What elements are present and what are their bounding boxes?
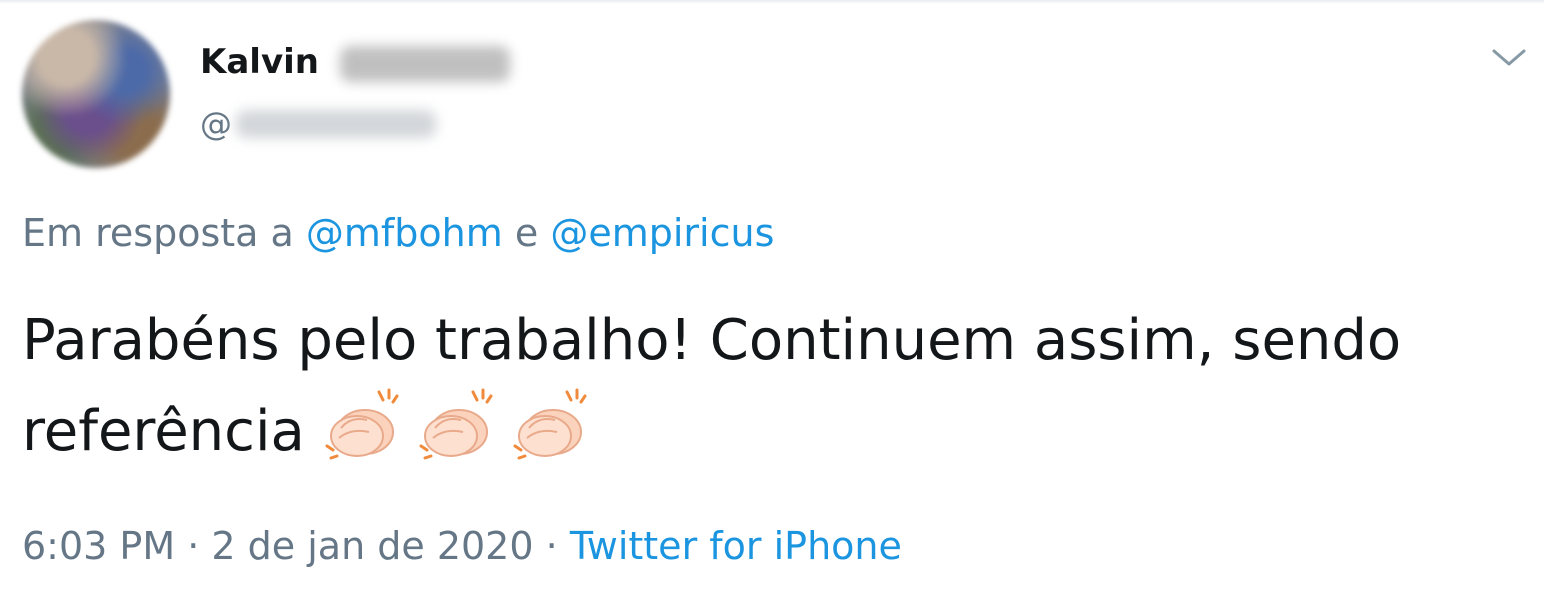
author-handle-prefix[interactable]: @ [200,102,232,146]
clapping-hands-icon [419,388,493,460]
source-link[interactable]: Twitter for iPhone [570,524,902,568]
avatar[interactable] [22,20,170,168]
tweet-time[interactable]: 6:03 PM [22,524,175,568]
tweet-text-line-1: Parabéns pelo trabalho! Continuem assim,… [22,308,1402,373]
tweet-text: Parabéns pelo trabalho! Continuem assim,… [22,296,1532,477]
reply-joiner: e [514,211,539,255]
redacted-handle [236,110,436,138]
meta-separator: · [187,524,200,568]
meta-separator: · [545,524,558,568]
mention-link-mfbohm[interactable]: @mfbohm [306,211,503,255]
top-divider [0,0,1544,4]
tweet-text-word: referência [22,399,305,464]
chevron-down-icon[interactable] [1488,42,1530,72]
tweet-date[interactable]: 2 de jan de 2020 [211,524,533,568]
clapping-hands-icon [325,388,399,460]
tweet-card: Kalvin @ Em resposta a @mfbohm e @empiri… [0,0,1544,600]
clapping-hands-icon [513,388,587,460]
redacted-surname [340,46,510,82]
author-display-name[interactable]: Kalvin [200,40,319,84]
reply-context: Em resposta a @mfbohm e @empiricus [22,206,774,260]
mention-link-empiricus[interactable]: @empiricus [550,211,774,255]
tweet-text-line-2: referência [22,386,1532,477]
tweet-meta: 6:03 PM · 2 de jan de 2020 · Twitter for… [22,518,902,574]
reply-prefix: Em resposta a [22,211,294,255]
